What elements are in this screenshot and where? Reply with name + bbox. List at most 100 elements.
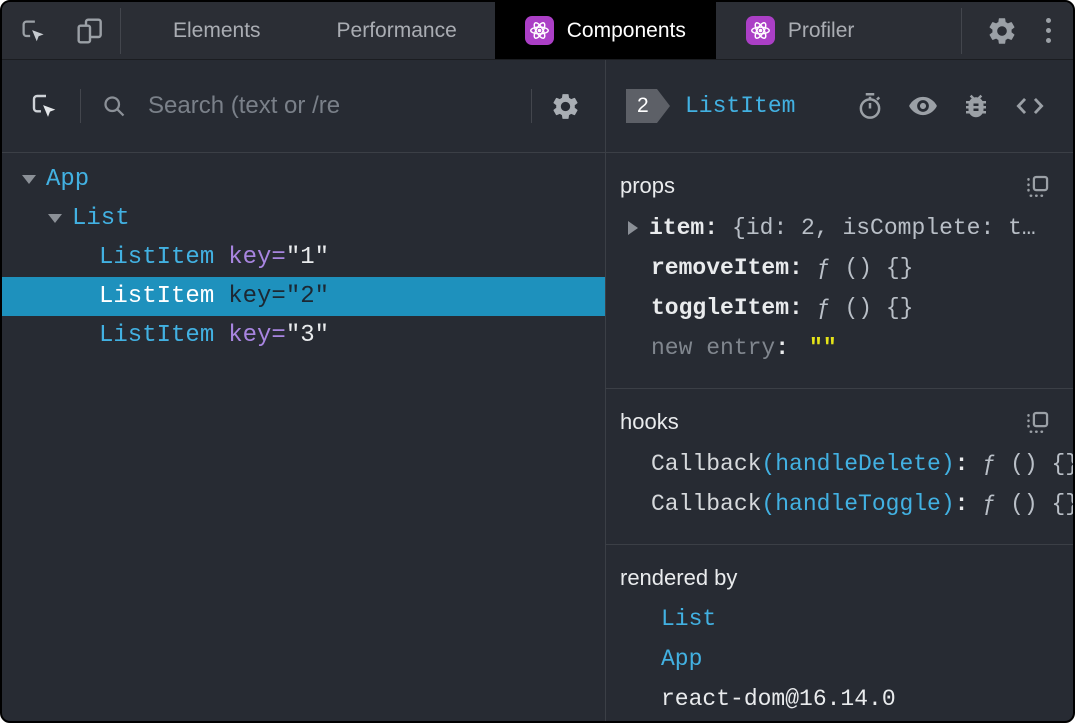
devtools-topbar: Elements Performance Components Profiler: [2, 2, 1073, 60]
owner-stack-badge[interactable]: 2: [626, 89, 670, 123]
debug-bug-icon[interactable]: [961, 91, 991, 121]
prop-row-toggleitem[interactable]: toggleItem: ƒ () {}: [620, 288, 1051, 328]
search-icon: [101, 93, 128, 120]
hook-type: Callback: [651, 491, 762, 517]
inspect-dom-eye-icon[interactable]: [907, 90, 939, 122]
props-title: props: [620, 173, 676, 198]
tree-settings-gear-icon[interactable]: [550, 91, 581, 122]
react-logo-icon: [745, 16, 775, 45]
new-entry-value[interactable]: "": [809, 335, 837, 361]
rendered-by-section: rendered by List App react-dom@16.14.0: [606, 545, 1073, 721]
prop-name: item: [649, 215, 705, 241]
key-value: "3": [285, 322, 330, 349]
devtools-content: App List ListItemkey="1" ListItemkey="2"…: [2, 60, 1073, 721]
hook-row-handletoggle[interactable]: Callback (handleToggle): ƒ () {}: [620, 484, 1073, 524]
colon: :: [775, 335, 790, 361]
owner-link[interactable]: List: [661, 606, 716, 632]
tab-components[interactable]: Components: [494, 2, 716, 59]
toolbar-separator: [80, 89, 81, 123]
component-name: ListItem: [99, 244, 215, 271]
rendered-by-title: rendered by: [620, 565, 738, 590]
props-section-header: props: [620, 171, 1051, 208]
rendered-by-react-dom: react-dom@16.14.0: [620, 679, 1051, 719]
renderer-version: react-dom@16.14.0: [661, 686, 896, 712]
key-value: "1": [285, 244, 330, 271]
toolbar-separator: [531, 89, 532, 123]
tab-profiler[interactable]: Profiler: [716, 2, 885, 59]
tab-elements[interactable]: Elements: [135, 2, 299, 59]
tab-performance-label: Performance: [336, 18, 457, 42]
prop-name: toggleItem: [651, 295, 790, 321]
prop-row-new-entry[interactable]: new entry: "": [620, 328, 1051, 368]
prop-value: ƒ () {}: [816, 295, 914, 321]
colon: :: [954, 451, 969, 477]
colon: :: [789, 295, 803, 321]
hook-fn-name: (handleToggle): [761, 491, 955, 517]
topbar-tabs: Elements Performance Components Profiler: [135, 2, 884, 59]
inspector-actions: [855, 89, 1047, 123]
rendered-by-list-link[interactable]: List: [620, 599, 1051, 639]
new-entry-label[interactable]: new entry: [651, 335, 775, 361]
topbar-left-icons: [2, 2, 106, 59]
hook-value: ƒ () {}: [982, 451, 1075, 477]
tree-toolbar: [2, 60, 605, 153]
component-tree: App List ListItem key= "1" ListItem key= "2"…: [2, 153, 605, 355]
hook-type: Callback: [651, 451, 762, 477]
colon: :: [789, 255, 803, 281]
devtools-window: Elements Performance Components Profiler…: [0, 0, 1075, 723]
tree-row-list[interactable]: List: [2, 199, 605, 238]
tree-row-app[interactable]: App: [2, 160, 605, 199]
hooks-section-header: hooks: [620, 407, 1051, 444]
components-tree-panel: App List ListItemkey="1" ListItemkey="2"…: [2, 60, 606, 721]
key-attribute: key=: [228, 322, 286, 349]
topbar-separator: [961, 7, 962, 54]
prop-value: {id: 2, isComplete: t…: [732, 215, 1036, 241]
key-attribute: key=: [228, 283, 286, 310]
search-input[interactable]: [146, 91, 513, 121]
expand-arrow-icon[interactable]: [22, 175, 36, 184]
expand-arrow-icon[interactable]: [48, 214, 62, 223]
hooks-section: hooks Callback (handleDelete): ƒ () {} C…: [606, 389, 1073, 545]
tab-profiler-label: Profiler: [787, 18, 855, 42]
overflow-menu-icon[interactable]: [1046, 18, 1051, 43]
device-toggle-icon[interactable]: [74, 15, 106, 47]
inspector-header: 2 ListItem: [606, 60, 1073, 153]
hook-fn-name: (handleDelete): [761, 451, 955, 477]
key-value: "2": [285, 283, 330, 310]
tab-performance[interactable]: Performance: [299, 2, 495, 59]
rendered-by-app-link[interactable]: App: [620, 639, 1051, 679]
topbar-separator: [120, 7, 121, 54]
prop-row-item[interactable]: item: {id: 2, isComplete: t…: [620, 208, 1051, 248]
prop-value: ƒ () {}: [816, 255, 914, 281]
colon: :: [704, 215, 719, 241]
copy-to-clipboard-icon[interactable]: [1024, 409, 1051, 436]
component-inspector-panel: 2 ListItem props item: {id: 2, isComple…: [606, 60, 1073, 721]
copy-to-clipboard-icon[interactable]: [1024, 173, 1051, 200]
tab-elements-label: Elements: [173, 18, 261, 42]
colon: :: [954, 491, 969, 517]
tree-row-listitem-2-selected[interactable]: ListItem key= "2": [2, 277, 605, 316]
component-name: ListItem: [99, 322, 215, 349]
prop-row-removeitem[interactable]: removeItem: ƒ () {}: [620, 248, 1051, 288]
hooks-title: hooks: [620, 409, 679, 434]
expand-arrow-icon[interactable]: [628, 221, 638, 235]
rendered-by-header: rendered by: [620, 563, 1051, 599]
suspend-timer-icon[interactable]: [855, 91, 885, 121]
component-picker-icon[interactable]: [28, 90, 60, 122]
tree-row-listitem-1[interactable]: ListItem key= "1": [2, 238, 605, 277]
owner-link[interactable]: App: [661, 646, 702, 672]
tab-components-label: Components: [566, 18, 686, 42]
selected-component-name: ListItem: [685, 93, 796, 119]
hook-row-handledelete[interactable]: Callback (handleDelete): ƒ () {}: [620, 444, 1073, 484]
element-picker-icon[interactable]: [18, 16, 48, 46]
component-name: App: [46, 166, 90, 193]
component-name: List: [72, 205, 130, 232]
hook-value: ƒ () {}: [982, 491, 1075, 517]
prop-name: removeItem: [651, 255, 790, 281]
view-source-code-icon[interactable]: [1013, 89, 1047, 123]
react-logo-icon: [524, 16, 554, 45]
key-attribute: key=: [228, 244, 286, 271]
tree-row-listitem-3[interactable]: ListItem key= "3": [2, 316, 605, 355]
props-section: props item: {id: 2, isComplete: t… remov…: [606, 153, 1073, 389]
settings-gear-icon[interactable]: [986, 15, 1018, 47]
